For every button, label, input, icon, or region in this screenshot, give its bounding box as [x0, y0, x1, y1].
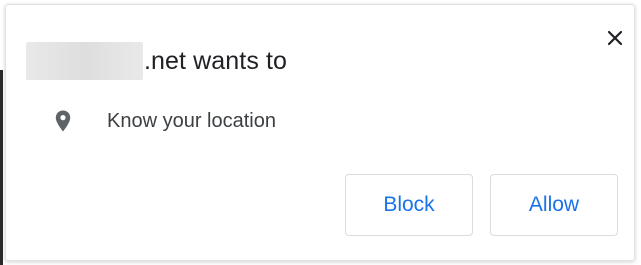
permission-label: Know your location — [107, 109, 276, 132]
redacted-origin — [26, 42, 143, 80]
permission-prompt: .net wants to Know your location Block A… — [5, 4, 635, 261]
prompt-title: .net wants to — [26, 41, 287, 81]
prompt-title-text: .net wants to — [144, 46, 288, 75]
close-button[interactable] — [602, 25, 628, 51]
window-edge — [0, 70, 3, 265]
close-icon — [607, 30, 623, 46]
permission-item-location: Know your location — [51, 105, 276, 137]
allow-button[interactable]: Allow — [490, 174, 618, 236]
location-pin-icon — [51, 109, 75, 133]
block-button[interactable]: Block — [345, 174, 473, 236]
